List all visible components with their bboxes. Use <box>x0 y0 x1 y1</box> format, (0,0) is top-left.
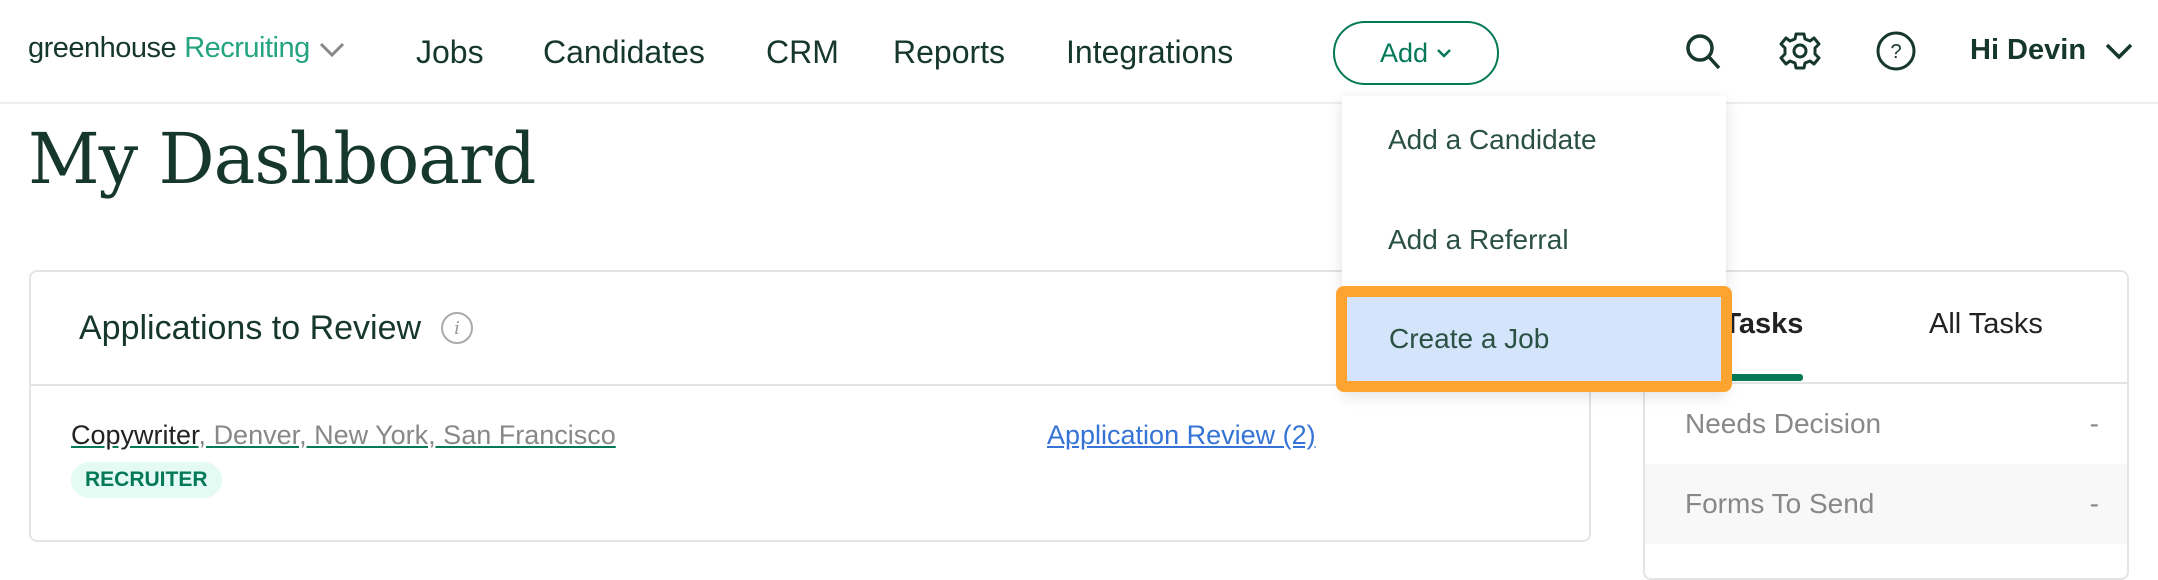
application-review-link[interactable]: Application Review (2) <box>1047 420 1316 451</box>
add-button[interactable]: Add <box>1333 21 1499 85</box>
menu-item-add-referral[interactable]: Add a Referral <box>1388 224 1569 256</box>
tab-label: All Tasks <box>1929 308 2043 340</box>
job-locations[interactable]: Denver, New York, San Francisco <box>214 420 616 450</box>
top-navigation: greenhouse Recruiting Jobs Candidates CR… <box>0 0 2158 104</box>
product-switcher[interactable]: greenhouse Recruiting <box>28 32 346 65</box>
task-label: Forms To Send <box>1685 488 1875 519</box>
task-count: - <box>2089 408 2099 439</box>
job-title-link[interactable]: Copywriter <box>71 420 199 450</box>
job-row: Copywriter, Denver, New York, San Franci… <box>71 420 616 451</box>
gear-icon[interactable] <box>1779 30 1821 72</box>
nav-jobs[interactable]: Jobs <box>416 34 484 71</box>
tab-all-tasks[interactable]: All Tasks <box>1929 308 2043 341</box>
task-label: Needs Decision <box>1685 408 1882 439</box>
task-row[interactable]: Needs Decision - <box>1645 384 2127 464</box>
chevron-down-icon <box>319 42 344 57</box>
chevron-down-icon <box>1437 49 1451 58</box>
nav-reports[interactable]: Reports <box>893 34 1005 71</box>
add-dropdown-menu: Add a Candidate Add a Referral Create a … <box>1336 96 1732 392</box>
chevron-down-icon <box>2105 43 2133 59</box>
svg-text:?: ? <box>1890 41 1901 63</box>
brand-logo: greenhouse <box>28 32 177 64</box>
menu-item-add-candidate[interactable]: Add a Candidate <box>1388 124 1597 156</box>
product-name: Recruiting <box>184 32 310 64</box>
task-row[interactable]: Forms To Send - <box>1645 464 2127 544</box>
help-icon[interactable]: ? <box>1875 30 1917 72</box>
search-icon[interactable] <box>1682 30 1724 72</box>
user-greeting: Hi Devin <box>1970 34 2087 66</box>
menu-item-create-job[interactable]: Create a Job <box>1336 286 1732 392</box>
card-title: Applications to Review <box>79 308 422 347</box>
nav-integrations[interactable]: Integrations <box>1066 34 1233 71</box>
nav-candidates[interactable]: Candidates <box>543 34 705 71</box>
info-icon[interactable]: i <box>441 312 474 344</box>
nav-crm[interactable]: CRM <box>766 34 839 71</box>
job-comma: , <box>198 420 214 450</box>
task-count: - <box>2089 488 2099 519</box>
role-badge: RECRUITER <box>71 462 222 498</box>
page-title: My Dashboard <box>28 118 536 200</box>
add-label: Add <box>1379 37 1429 68</box>
user-menu[interactable]: Hi Devin <box>1970 34 2134 67</box>
